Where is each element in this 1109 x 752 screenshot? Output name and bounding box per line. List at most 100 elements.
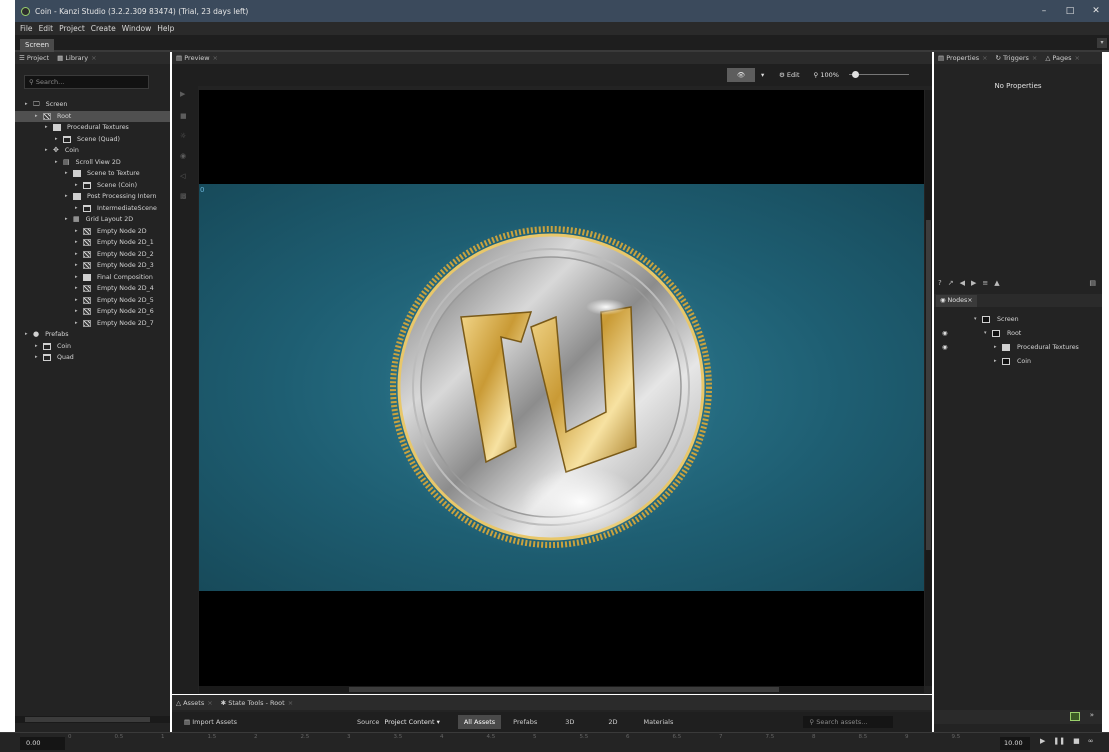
filter-icon[interactable]: ≡ [982,279,988,287]
tree-item[interactable]: ▸ Post Processing Intern [65,191,156,202]
import-assets-button[interactable]: ▤ Import Assets [184,718,237,726]
menu-file[interactable]: File [20,24,33,33]
node-item[interactable]: ◉ ▾ Root [942,328,1021,339]
tab-pages[interactable]: △ Pages × [1045,54,1080,62]
node-item[interactable]: ▾ Screen [942,314,1019,325]
menu-help[interactable]: Help [157,24,174,33]
scale-tool-icon[interactable]: ◉ [180,152,190,160]
loop-icon[interactable]: ∞ [1088,737,1094,745]
tree-item[interactable]: ▸ Scene (Quad) [55,134,120,145]
expand-icon[interactable]: ▸ [65,214,70,225]
project-horizontal-scrollbar[interactable] [15,716,170,723]
expand-icon[interactable]: ▸ [45,122,50,133]
preview-vertical-scrollbar[interactable] [925,90,932,686]
play-icon[interactable]: ▶ [1040,737,1045,745]
timeline-bar[interactable]: 0.00 0 0.5 1 1.5 2 2.5 3 3.5 4 4.5 5 5.5 6 6.5 7 7.5 8 8.… [0,732,1109,752]
tree-item[interactable]: ▸ Empty Node 2D_5 [75,295,154,306]
visibility-eye-icon[interactable]: ◉ [942,342,954,353]
project-search-input[interactable]: ⚲ Search... [24,75,149,89]
tab-properties[interactable]: ▤ Properties × [938,54,988,62]
expand-icon[interactable]: ▾ [974,314,979,325]
tree-item[interactable]: ▸ ▤ Scroll View 2D [55,157,121,168]
edit-button[interactable]: ⚙ Edit [775,68,804,82]
link-icon[interactable]: ↗ [948,279,954,287]
tree-item[interactable]: ▸ Empty Node 2D_3 [75,260,154,271]
preview-canvas[interactable]: 0 [199,90,924,686]
select-tool-icon[interactable]: ▶ [180,90,190,98]
expand-icon[interactable]: ▸ [75,237,80,248]
tab-library[interactable]: ▦ Library × [57,54,96,62]
rotate-tool-icon[interactable]: ☼ [180,132,190,140]
tree-item[interactable]: ▸ Empty Node 2D_2 [75,249,154,260]
menu-create[interactable]: Create [91,24,116,33]
expand-icon[interactable]: ▸ [65,191,70,202]
collapse-icon[interactable]: » [1090,711,1094,719]
lock-icon[interactable]: ▲ [994,279,999,287]
tree-item[interactable]: ▸ Empty Node 2D_1 [75,237,154,248]
tree-item[interactable]: ▸ Empty Node 2D [75,226,147,237]
expand-icon[interactable]: ▸ [75,283,80,294]
maximize-button[interactable]: □ [1057,0,1083,22]
stop-icon[interactable]: ■ [1073,737,1080,745]
tree-item[interactable]: ▸ 🖵 Screen [25,99,67,110]
tree-item[interactable]: ▸ Scene (Coin) [75,180,137,191]
tab-dropdown-icon[interactable]: ▾ [1097,38,1107,48]
back-icon[interactable]: ◀ [960,279,965,287]
tree-item[interactable]: ▸ ✥ Coin [45,145,79,156]
menu-project[interactable]: Project [59,24,85,33]
tree-item[interactable]: ▸ Root [15,110,170,122]
grid-toggle-icon[interactable] [1070,712,1080,721]
expand-icon[interactable]: ▸ [75,306,80,317]
expand-icon[interactable]: ▸ [25,329,30,340]
tree-item[interactable]: ▸ ▦ Grid Layout 2D [65,214,133,225]
expand-icon[interactable]: ▸ [75,249,80,260]
zoom-slider[interactable] [848,68,909,82]
tree-item[interactable]: ▸ Coin [35,341,71,352]
filter-2d[interactable]: 2D [608,718,617,726]
filter-materials[interactable]: Materials [644,718,674,726]
camera-tool-icon[interactable]: ▩ [180,192,190,200]
expand-icon[interactable]: ▸ [75,203,80,214]
move-tool-icon[interactable]: ■ [180,112,190,120]
close-button[interactable]: ✕ [1083,0,1109,22]
tab-triggers[interactable]: ↻ Triggers × [996,54,1038,62]
tree-item[interactable]: ▸ ● Prefabs [25,329,68,340]
layout-icon[interactable]: ▤ [1089,279,1096,287]
scene-viewport[interactable]: 0 [199,184,924,591]
zoom-slider-handle[interactable] [851,71,859,78]
expand-icon[interactable]: ▸ [75,272,80,283]
expand-icon[interactable]: ▾ [984,328,989,339]
zoom-control[interactable]: ⚲ 100% [810,68,843,82]
tree-item[interactable]: ▸ Quad [35,352,74,363]
share-tool-icon[interactable]: ◁ [180,172,190,180]
pause-icon[interactable]: ❚❚ [1053,737,1065,745]
tree-item[interactable]: ▸ Empty Node 2D_4 [75,283,154,294]
eye-toggle-button[interactable]: 👁 [727,68,755,82]
source-select[interactable]: Project Content ▾ [384,718,440,726]
node-item[interactable]: ◉ ▸ Procedural Textures [942,342,1079,353]
forward-icon[interactable]: ▶ [971,279,976,287]
tab-preview[interactable]: ▤ Preview × [176,54,218,62]
tree-item[interactable]: ▸ IntermediateScene [75,203,157,214]
expand-icon[interactable]: ▸ [65,168,70,179]
expand-icon[interactable]: ▸ [75,226,80,237]
minimize-button[interactable]: – [1031,0,1057,22]
tab-assets[interactable]: △ Assets × [176,699,213,707]
expand-icon[interactable]: ▸ [25,99,30,110]
expand-icon[interactable]: ▸ [994,356,999,367]
timeline-end-field[interactable]: 10.00 [1000,737,1030,750]
menu-edit[interactable]: Edit [39,24,54,33]
timeline-start-field[interactable]: 0.00 [20,737,65,750]
node-item[interactable]: ▸ Coin [942,356,1031,367]
expand-icon[interactable]: ▸ [45,145,50,156]
tree-item[interactable]: ▸ Empty Node 2D_6 [75,306,154,317]
tree-item[interactable]: ▸ Final Composition [75,272,153,283]
preview-horizontal-scrollbar[interactable] [199,686,924,693]
visibility-eye-icon[interactable]: ◉ [942,328,954,339]
filter-all-assets[interactable]: All Assets [457,715,502,729]
expand-icon[interactable]: ▸ [75,260,80,271]
expand-icon[interactable]: ▸ [35,341,40,352]
expand-icon[interactable]: ▸ [35,111,40,122]
assets-search-input[interactable]: ⚲ Search assets... [803,716,894,728]
expand-icon[interactable]: ▸ [75,180,80,191]
